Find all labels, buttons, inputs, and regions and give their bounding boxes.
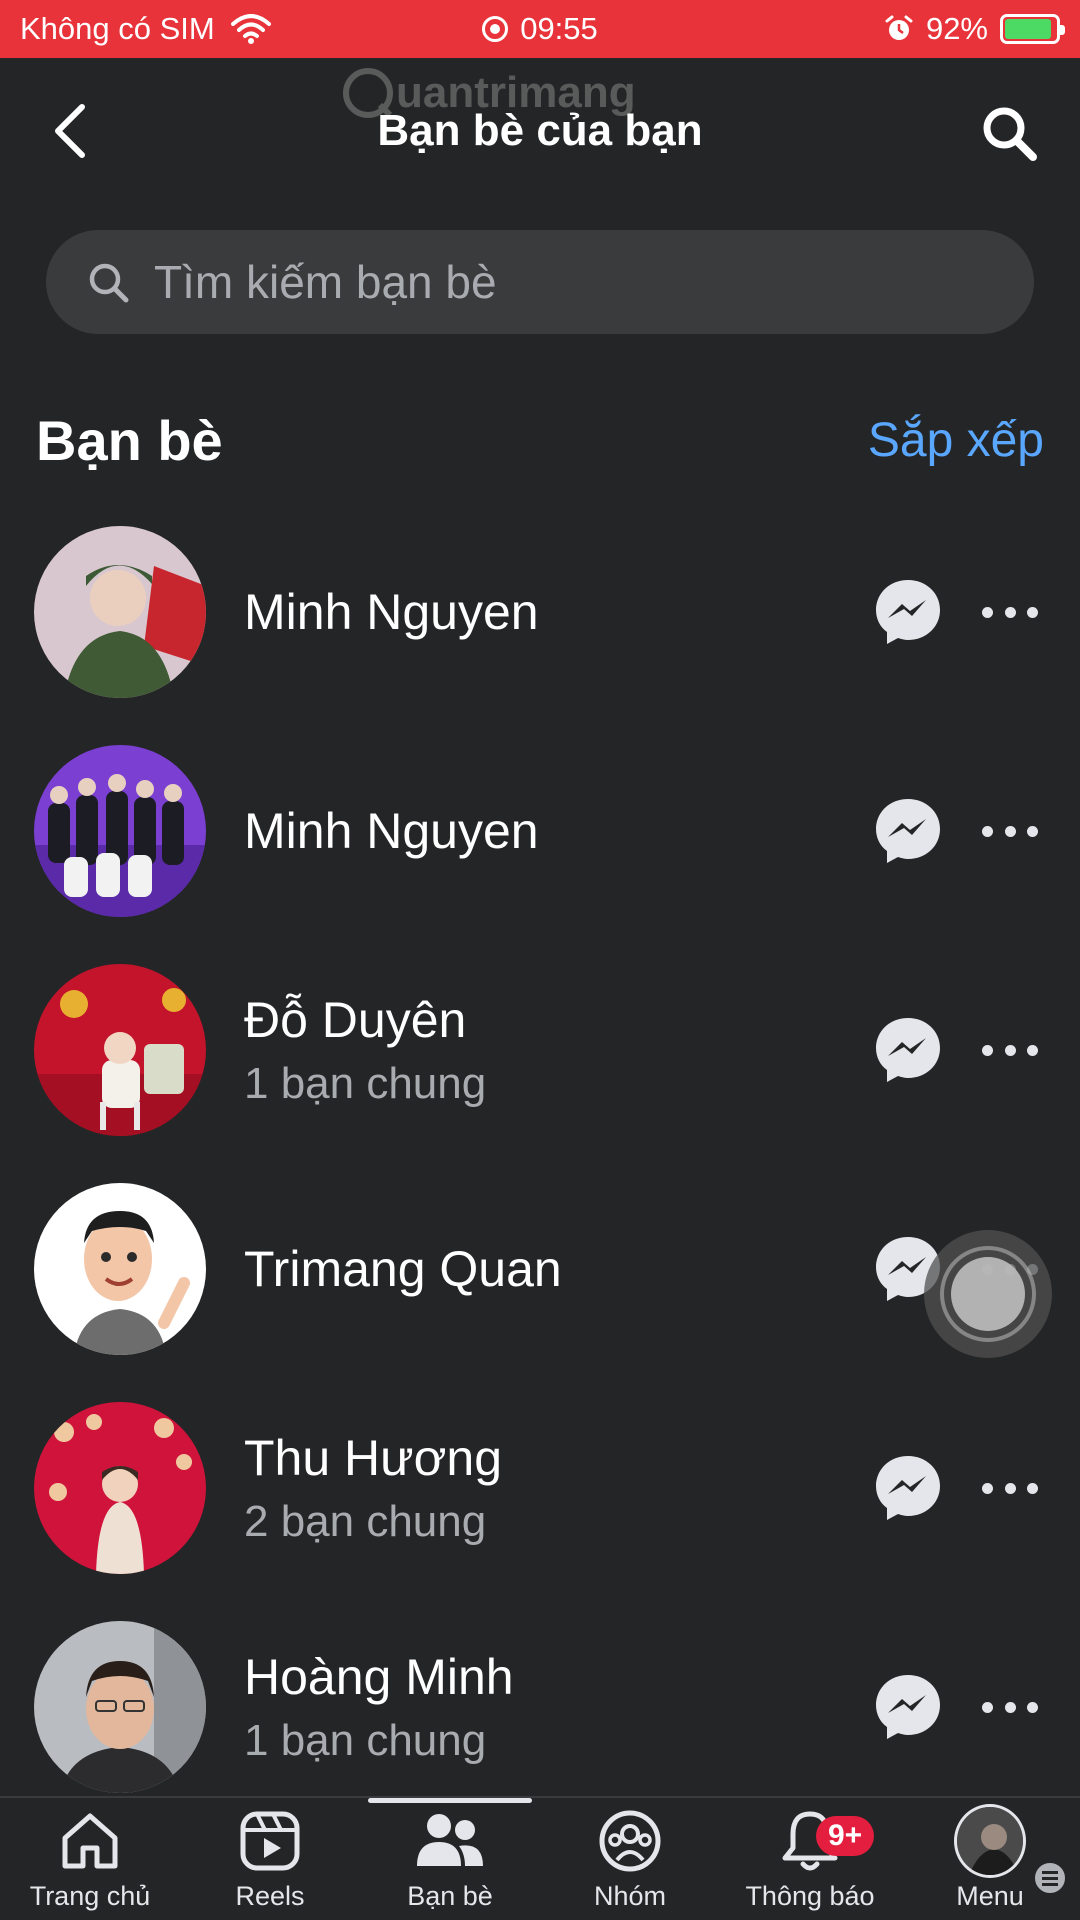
nav-home-label: Trang chủ xyxy=(29,1881,151,1911)
friend-row[interactable]: Đỗ Duyên 1 bạn chung xyxy=(0,958,1080,1177)
alarm-icon xyxy=(885,15,913,40)
friend-row[interactable]: Thu Hương 2 bạn chung xyxy=(0,1396,1080,1615)
section-title: Bạn bè xyxy=(36,408,223,472)
friend-avatar[interactable] xyxy=(34,1402,206,1574)
friend-avatar[interactable] xyxy=(34,745,206,917)
friend-avatar[interactable] xyxy=(34,964,206,1136)
mutual-friends-count: 1 bạn chung xyxy=(244,1059,487,1108)
friend-avatar[interactable] xyxy=(34,1621,206,1793)
home-icon xyxy=(62,1813,118,1869)
mutual-friends-count: 2 bạn chung xyxy=(244,1497,487,1546)
message-button[interactable] xyxy=(872,1014,944,1086)
message-button[interactable] xyxy=(872,576,944,648)
friend-row[interactable]: Minh Nguyen xyxy=(0,739,1080,958)
friend-name[interactable]: Hoàng Minh xyxy=(244,1648,514,1706)
nav-groups-label: Nhóm xyxy=(593,1881,667,1911)
page-title: Bạn bè của bạn xyxy=(377,106,703,155)
friend-name[interactable]: Minh Nguyen xyxy=(244,802,539,860)
friend-name[interactable]: Minh Nguyen xyxy=(244,583,539,641)
messenger-icon xyxy=(876,1675,940,1739)
friends-icon xyxy=(417,1814,483,1866)
nav-notifications[interactable]: 9+ Thông báo xyxy=(720,1798,900,1920)
nav-reels-label: Reels xyxy=(235,1881,305,1911)
nav-friends[interactable]: Bạn bè xyxy=(360,1798,540,1920)
friends-screen: Không có SIM 09:55 92% uantrimang Bạn bè… xyxy=(0,0,1080,1920)
friend-search-box[interactable] xyxy=(46,230,1034,334)
message-button[interactable] xyxy=(872,795,944,867)
nav-menu-label: Menu xyxy=(956,1881,1024,1911)
nav-friends-label: Bạn bè xyxy=(407,1881,493,1911)
nav-groups[interactable]: Nhóm xyxy=(540,1798,720,1920)
screen-recording-icon xyxy=(482,16,509,42)
groups-icon xyxy=(599,1810,661,1872)
notifications-badge: 9+ xyxy=(816,1816,875,1856)
bottom-nav: Trang chủ Reels Bạn bè Nhóm 9+ Thông báo… xyxy=(0,1796,1080,1920)
friends-section-header: Bạn bè Sắp xếp xyxy=(36,400,1044,480)
sort-button[interactable]: Sắp xếp xyxy=(868,413,1044,468)
friend-row[interactable]: Minh Nguyen xyxy=(0,520,1080,739)
header: uantrimang Bạn bè của bạn xyxy=(0,58,1080,208)
header-search-button[interactable] xyxy=(974,98,1044,168)
friend-row[interactable]: Trimang Quan xyxy=(0,1177,1080,1396)
search-icon xyxy=(983,107,1037,161)
search-icon xyxy=(89,263,129,303)
more-options-button[interactable] xyxy=(982,1030,1038,1070)
messenger-icon xyxy=(876,799,940,863)
battery-icon xyxy=(1000,14,1065,44)
nav-reels[interactable]: Reels xyxy=(180,1798,360,1920)
menu-hamburger-icon xyxy=(1032,1860,1068,1896)
friend-name[interactable]: Trimang Quan xyxy=(244,1240,562,1298)
assistive-touch-button[interactable] xyxy=(924,1230,1052,1358)
messenger-icon xyxy=(876,1456,940,1520)
wifi-icon xyxy=(230,14,271,44)
battery-percent: 92% xyxy=(925,11,988,46)
reels-icon xyxy=(240,1811,300,1871)
friend-name[interactable]: Thu Hương xyxy=(244,1429,502,1487)
message-button[interactable] xyxy=(872,1671,944,1743)
nav-notifications-label: Thông báo xyxy=(745,1881,875,1911)
message-button[interactable] xyxy=(872,1452,944,1524)
friend-search-input[interactable] xyxy=(154,255,954,309)
mutual-friends-count: 1 bạn chung xyxy=(244,1716,487,1765)
status-time: 09:55 xyxy=(520,11,598,46)
messenger-icon xyxy=(876,580,940,644)
more-options-button[interactable] xyxy=(982,1687,1038,1727)
friend-avatar[interactable] xyxy=(34,526,206,698)
menu-avatar xyxy=(954,1804,1026,1878)
nav-home[interactable]: Trang chủ xyxy=(0,1798,180,1920)
messenger-icon xyxy=(876,1018,940,1082)
friend-list: Minh Nguyen Minh Nguyen Đỗ Duyên 1 bạn c… xyxy=(0,520,1080,1834)
nav-menu[interactable]: Menu xyxy=(900,1798,1080,1920)
more-options-button[interactable] xyxy=(982,1468,1038,1508)
friend-name[interactable]: Đỗ Duyên xyxy=(244,991,486,1049)
more-options-button[interactable] xyxy=(982,592,1038,632)
friend-avatar[interactable] xyxy=(34,1183,206,1355)
carrier-label: Không có SIM xyxy=(20,11,215,46)
status-bar: Không có SIM 09:55 92% xyxy=(0,0,1080,58)
more-options-button[interactable] xyxy=(982,811,1038,851)
